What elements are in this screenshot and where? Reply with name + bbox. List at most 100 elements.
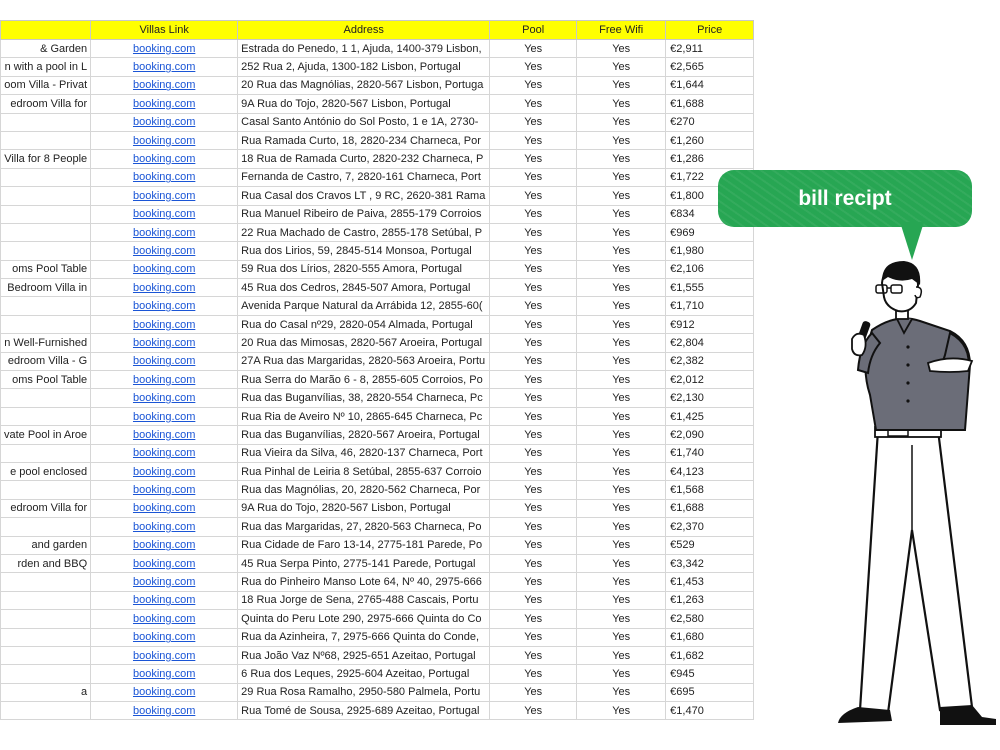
villa-name-cell: vate Pool in Aroe [0, 425, 92, 445]
booking-link[interactable]: booking.com [90, 425, 239, 445]
free-wifi-cell: Yes [576, 425, 667, 445]
booking-link[interactable]: booking.com [90, 406, 239, 427]
address-cell: 9A Rua do Tojo, 2820-567 Lisbon, Portuga… [237, 94, 491, 114]
villa-name-cell: edroom Villa for [0, 498, 92, 519]
booking-link[interactable]: booking.com [90, 186, 239, 206]
free-wifi-cell: Yes [576, 204, 667, 224]
address-cell: Casal Santo António do Sol Posto, 1 e 1A… [237, 112, 491, 132]
villa-name-cell: rden and BBQ [0, 553, 92, 574]
villa-name-cell: oms Pool Table [0, 259, 92, 280]
booking-link[interactable]: booking.com [90, 112, 239, 132]
table-row: booking.com Rua dos Lirios, 59, 2845-514 … [0, 241, 755, 261]
booking-link[interactable]: booking.com [90, 535, 239, 555]
booking-link[interactable]: booking.com [90, 149, 239, 169]
booking-link[interactable]: booking.com [90, 498, 239, 519]
address-cell: Estrada do Penedo, 1 1, Ajuda, 1400-379 … [237, 38, 491, 59]
booking-link[interactable]: booking.com [90, 370, 239, 390]
header-name[interactable] [0, 20, 92, 40]
booking-link[interactable]: booking.com [90, 167, 239, 188]
villa-name-cell [0, 590, 92, 611]
address-cell: 20 Rua das Magnólias, 2820-567 Lisbon, P… [237, 75, 491, 96]
villa-name-cell: edroom Villa - G [0, 351, 92, 372]
pool-cell: Yes [489, 480, 578, 500]
booking-link[interactable]: booking.com [90, 259, 239, 280]
booking-link[interactable]: booking.com [90, 461, 239, 482]
booking-link[interactable]: booking.com [90, 480, 239, 500]
free-wifi-cell: Yes [576, 241, 667, 261]
price-cell: €945 [665, 664, 755, 684]
pool-cell: Yes [489, 498, 578, 519]
free-wifi-cell: Yes [576, 664, 667, 684]
address-cell: Rua Ria de Aveiro Nº 10, 2865-645 Charne… [237, 406, 491, 427]
free-wifi-cell: Yes [576, 333, 667, 353]
villa-name-text: a [81, 686, 88, 699]
booking-link[interactable]: booking.com [90, 204, 239, 224]
booking-link[interactable]: booking.com [90, 75, 239, 96]
booking-link[interactable]: booking.com [90, 333, 239, 353]
speech-bubble: bill recipt [718, 170, 972, 227]
table-row: rden and BBQ booking.com 45 Rua Serpa Pint… [0, 553, 755, 574]
villa-name-cell: oom Villa - Privat [0, 75, 92, 96]
table-row: booking.com Rua do Pinheiro Manso Lote 64… [0, 572, 755, 592]
pool-cell: Yes [489, 517, 578, 537]
header-villas-link[interactable]: Villas Link [90, 20, 239, 40]
booking-link[interactable]: booking.com [90, 296, 239, 316]
booking-link[interactable]: booking.com [90, 314, 239, 335]
price-cell: €1,286 [665, 149, 755, 169]
booking-link[interactable]: booking.com [90, 38, 239, 59]
pool-cell: Yes [489, 535, 578, 555]
address-cell: 59 Rua dos Lírios, 2820-555 Amora, Portu… [237, 259, 491, 280]
booking-link[interactable]: booking.com [90, 664, 239, 684]
booking-link[interactable]: booking.com [90, 590, 239, 611]
booking-link[interactable]: booking.com [90, 241, 239, 261]
booking-link[interactable]: booking.com [90, 278, 239, 298]
table-row: oms Pool Table booking.com Rua Serra do Ma… [0, 370, 755, 390]
table-row: booking.com 22 Rua Machado de Castro, 285… [0, 222, 755, 243]
booking-link[interactable]: booking.com [90, 222, 239, 243]
header-free-wifi[interactable]: Free Wifi [576, 20, 667, 40]
villa-name-cell [0, 222, 92, 243]
table-body: & Garden booking.com Estrada do Penedo, 1 … [0, 38, 755, 721]
pool-cell: Yes [489, 572, 578, 592]
booking-link[interactable]: booking.com [90, 443, 239, 463]
address-cell: Rua Serra do Marão 6 - 8, 2855-605 Corro… [237, 370, 491, 390]
villa-name-text: edroom Villa - G [7, 355, 88, 368]
booking-link[interactable]: booking.com [90, 130, 239, 151]
free-wifi-cell: Yes [576, 259, 667, 280]
table-row: booking.com Rua das Margaridas, 27, 2820-… [0, 517, 755, 537]
booking-link[interactable]: booking.com [90, 682, 239, 703]
booking-link[interactable]: booking.com [90, 572, 239, 592]
villa-name-cell [0, 296, 92, 316]
pool-cell: Yes [489, 388, 578, 408]
free-wifi-cell: Yes [576, 222, 667, 243]
address-cell: 18 Rua de Ramada Curto, 2820-232 Charnec… [237, 149, 491, 169]
booking-link[interactable]: booking.com [90, 388, 239, 408]
booking-link[interactable]: booking.com [90, 645, 239, 666]
address-cell: Rua das Margaridas, 27, 2820-563 Charnec… [237, 517, 491, 537]
booking-link[interactable]: booking.com [90, 351, 239, 372]
price-cell: €1,644 [665, 75, 755, 96]
villa-name-text: Villa for 8 People [4, 153, 88, 166]
header-pool[interactable]: Pool [489, 20, 578, 40]
villa-name-text: & Garden [40, 42, 88, 55]
table-row: Bedroom Villa in booking.com 45 Rua dos Ce… [0, 278, 755, 298]
pool-cell: Yes [489, 645, 578, 666]
villa-name-cell: & Garden [0, 38, 92, 59]
villa-name-cell [0, 186, 92, 206]
booking-link[interactable]: booking.com [90, 553, 239, 574]
table-row: & Garden booking.com Estrada do Penedo, 1 … [0, 38, 755, 59]
villa-name-cell [0, 241, 92, 261]
booking-link[interactable]: booking.com [90, 57, 239, 77]
villa-name-cell [0, 572, 92, 592]
pool-cell: Yes [489, 222, 578, 243]
price-cell: €1,453 [665, 572, 755, 592]
booking-link[interactable]: booking.com [90, 517, 239, 537]
header-price[interactable]: Price [665, 20, 755, 40]
villa-name-text: rden and BBQ [17, 557, 88, 570]
booking-link[interactable]: booking.com [90, 701, 239, 721]
booking-link[interactable]: booking.com [90, 627, 239, 647]
pool-cell: Yes [489, 609, 578, 629]
booking-link[interactable]: booking.com [90, 609, 239, 629]
booking-link[interactable]: booking.com [90, 94, 239, 114]
header-address[interactable]: Address [237, 20, 491, 40]
